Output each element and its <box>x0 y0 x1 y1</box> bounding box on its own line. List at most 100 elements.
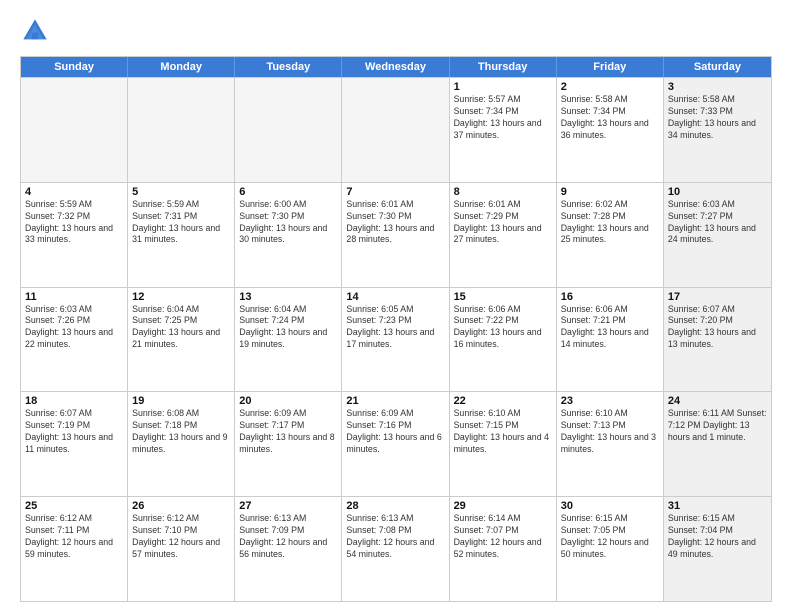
header-day-wednesday: Wednesday <box>342 57 449 77</box>
day-number: 24 <box>668 395 767 407</box>
day-number: 14 <box>346 291 444 303</box>
logo <box>20 16 54 46</box>
cell-info: Sunrise: 6:11 AM Sunset: 7:12 PM Dayligh… <box>668 408 767 444</box>
calendar-cell: 23Sunrise: 6:10 AM Sunset: 7:13 PM Dayli… <box>557 392 664 496</box>
calendar-cell <box>235 78 342 182</box>
header-day-tuesday: Tuesday <box>235 57 342 77</box>
calendar-cell: 25Sunrise: 6:12 AM Sunset: 7:11 PM Dayli… <box>21 497 128 601</box>
day-number: 4 <box>25 186 123 198</box>
calendar-cell: 11Sunrise: 6:03 AM Sunset: 7:26 PM Dayli… <box>21 288 128 392</box>
cell-info: Sunrise: 6:09 AM Sunset: 7:16 PM Dayligh… <box>346 408 444 456</box>
day-number: 6 <box>239 186 337 198</box>
cell-info: Sunrise: 6:12 AM Sunset: 7:10 PM Dayligh… <box>132 513 230 561</box>
cell-info: Sunrise: 6:13 AM Sunset: 7:09 PM Dayligh… <box>239 513 337 561</box>
day-number: 18 <box>25 395 123 407</box>
day-number: 11 <box>25 291 123 303</box>
cell-info: Sunrise: 6:03 AM Sunset: 7:26 PM Dayligh… <box>25 304 123 352</box>
calendar-row-0: 1Sunrise: 5:57 AM Sunset: 7:34 PM Daylig… <box>21 77 771 182</box>
calendar-cell <box>128 78 235 182</box>
header-day-sunday: Sunday <box>21 57 128 77</box>
calendar-row-2: 11Sunrise: 6:03 AM Sunset: 7:26 PM Dayli… <box>21 287 771 392</box>
calendar-cell: 22Sunrise: 6:10 AM Sunset: 7:15 PM Dayli… <box>450 392 557 496</box>
day-number: 17 <box>668 291 767 303</box>
cell-info: Sunrise: 6:13 AM Sunset: 7:08 PM Dayligh… <box>346 513 444 561</box>
calendar-cell: 7Sunrise: 6:01 AM Sunset: 7:30 PM Daylig… <box>342 183 449 287</box>
day-number: 29 <box>454 500 552 512</box>
day-number: 9 <box>561 186 659 198</box>
day-number: 7 <box>346 186 444 198</box>
cell-info: Sunrise: 6:02 AM Sunset: 7:28 PM Dayligh… <box>561 199 659 247</box>
day-number: 22 <box>454 395 552 407</box>
calendar-cell: 13Sunrise: 6:04 AM Sunset: 7:24 PM Dayli… <box>235 288 342 392</box>
calendar-row-3: 18Sunrise: 6:07 AM Sunset: 7:19 PM Dayli… <box>21 391 771 496</box>
calendar-cell: 18Sunrise: 6:07 AM Sunset: 7:19 PM Dayli… <box>21 392 128 496</box>
day-number: 16 <box>561 291 659 303</box>
cell-info: Sunrise: 6:01 AM Sunset: 7:29 PM Dayligh… <box>454 199 552 247</box>
calendar-cell: 6Sunrise: 6:00 AM Sunset: 7:30 PM Daylig… <box>235 183 342 287</box>
day-number: 2 <box>561 81 659 93</box>
day-number: 27 <box>239 500 337 512</box>
cell-info: Sunrise: 6:08 AM Sunset: 7:18 PM Dayligh… <box>132 408 230 456</box>
calendar-cell: 15Sunrise: 6:06 AM Sunset: 7:22 PM Dayli… <box>450 288 557 392</box>
cell-info: Sunrise: 6:04 AM Sunset: 7:24 PM Dayligh… <box>239 304 337 352</box>
calendar-cell: 5Sunrise: 5:59 AM Sunset: 7:31 PM Daylig… <box>128 183 235 287</box>
day-number: 28 <box>346 500 444 512</box>
day-number: 31 <box>668 500 767 512</box>
calendar-cell: 17Sunrise: 6:07 AM Sunset: 7:20 PM Dayli… <box>664 288 771 392</box>
calendar-cell: 1Sunrise: 5:57 AM Sunset: 7:34 PM Daylig… <box>450 78 557 182</box>
calendar-cell: 28Sunrise: 6:13 AM Sunset: 7:08 PM Dayli… <box>342 497 449 601</box>
calendar-body: 1Sunrise: 5:57 AM Sunset: 7:34 PM Daylig… <box>21 77 771 601</box>
calendar-cell: 3Sunrise: 5:58 AM Sunset: 7:33 PM Daylig… <box>664 78 771 182</box>
calendar-cell: 30Sunrise: 6:15 AM Sunset: 7:05 PM Dayli… <box>557 497 664 601</box>
header-day-thursday: Thursday <box>450 57 557 77</box>
calendar-header: SundayMondayTuesdayWednesdayThursdayFrid… <box>21 57 771 77</box>
cell-info: Sunrise: 6:00 AM Sunset: 7:30 PM Dayligh… <box>239 199 337 247</box>
calendar-cell: 26Sunrise: 6:12 AM Sunset: 7:10 PM Dayli… <box>128 497 235 601</box>
calendar-cell: 10Sunrise: 6:03 AM Sunset: 7:27 PM Dayli… <box>664 183 771 287</box>
cell-info: Sunrise: 6:07 AM Sunset: 7:20 PM Dayligh… <box>668 304 767 352</box>
day-number: 12 <box>132 291 230 303</box>
cell-info: Sunrise: 6:06 AM Sunset: 7:22 PM Dayligh… <box>454 304 552 352</box>
logo-icon <box>20 16 50 46</box>
cell-info: Sunrise: 5:59 AM Sunset: 7:32 PM Dayligh… <box>25 199 123 247</box>
calendar-cell: 14Sunrise: 6:05 AM Sunset: 7:23 PM Dayli… <box>342 288 449 392</box>
cell-info: Sunrise: 6:10 AM Sunset: 7:13 PM Dayligh… <box>561 408 659 456</box>
cell-info: Sunrise: 6:03 AM Sunset: 7:27 PM Dayligh… <box>668 199 767 247</box>
calendar-cell: 4Sunrise: 5:59 AM Sunset: 7:32 PM Daylig… <box>21 183 128 287</box>
day-number: 1 <box>454 81 552 93</box>
calendar-cell: 8Sunrise: 6:01 AM Sunset: 7:29 PM Daylig… <box>450 183 557 287</box>
day-number: 13 <box>239 291 337 303</box>
header-day-friday: Friday <box>557 57 664 77</box>
day-number: 21 <box>346 395 444 407</box>
cell-info: Sunrise: 6:12 AM Sunset: 7:11 PM Dayligh… <box>25 513 123 561</box>
calendar-cell: 9Sunrise: 6:02 AM Sunset: 7:28 PM Daylig… <box>557 183 664 287</box>
cell-info: Sunrise: 6:15 AM Sunset: 7:04 PM Dayligh… <box>668 513 767 561</box>
cell-info: Sunrise: 6:07 AM Sunset: 7:19 PM Dayligh… <box>25 408 123 456</box>
day-number: 30 <box>561 500 659 512</box>
cell-info: Sunrise: 5:58 AM Sunset: 7:34 PM Dayligh… <box>561 94 659 142</box>
cell-info: Sunrise: 6:15 AM Sunset: 7:05 PM Dayligh… <box>561 513 659 561</box>
calendar-row-4: 25Sunrise: 6:12 AM Sunset: 7:11 PM Dayli… <box>21 496 771 601</box>
cell-info: Sunrise: 5:58 AM Sunset: 7:33 PM Dayligh… <box>668 94 767 142</box>
day-number: 23 <box>561 395 659 407</box>
cell-info: Sunrise: 6:14 AM Sunset: 7:07 PM Dayligh… <box>454 513 552 561</box>
calendar-cell: 16Sunrise: 6:06 AM Sunset: 7:21 PM Dayli… <box>557 288 664 392</box>
cell-info: Sunrise: 6:09 AM Sunset: 7:17 PM Dayligh… <box>239 408 337 456</box>
calendar-cell: 29Sunrise: 6:14 AM Sunset: 7:07 PM Dayli… <box>450 497 557 601</box>
day-number: 25 <box>25 500 123 512</box>
calendar-cell: 21Sunrise: 6:09 AM Sunset: 7:16 PM Dayli… <box>342 392 449 496</box>
day-number: 3 <box>668 81 767 93</box>
cell-info: Sunrise: 6:10 AM Sunset: 7:15 PM Dayligh… <box>454 408 552 456</box>
day-number: 19 <box>132 395 230 407</box>
cell-info: Sunrise: 5:59 AM Sunset: 7:31 PM Dayligh… <box>132 199 230 247</box>
calendar-cell: 31Sunrise: 6:15 AM Sunset: 7:04 PM Dayli… <box>664 497 771 601</box>
header <box>20 16 772 46</box>
cell-info: Sunrise: 6:01 AM Sunset: 7:30 PM Dayligh… <box>346 199 444 247</box>
calendar-cell: 12Sunrise: 6:04 AM Sunset: 7:25 PM Dayli… <box>128 288 235 392</box>
cell-info: Sunrise: 6:05 AM Sunset: 7:23 PM Dayligh… <box>346 304 444 352</box>
calendar: SundayMondayTuesdayWednesdayThursdayFrid… <box>20 56 772 602</box>
header-day-saturday: Saturday <box>664 57 771 77</box>
cell-info: Sunrise: 5:57 AM Sunset: 7:34 PM Dayligh… <box>454 94 552 142</box>
calendar-cell: 20Sunrise: 6:09 AM Sunset: 7:17 PM Dayli… <box>235 392 342 496</box>
cell-info: Sunrise: 6:04 AM Sunset: 7:25 PM Dayligh… <box>132 304 230 352</box>
